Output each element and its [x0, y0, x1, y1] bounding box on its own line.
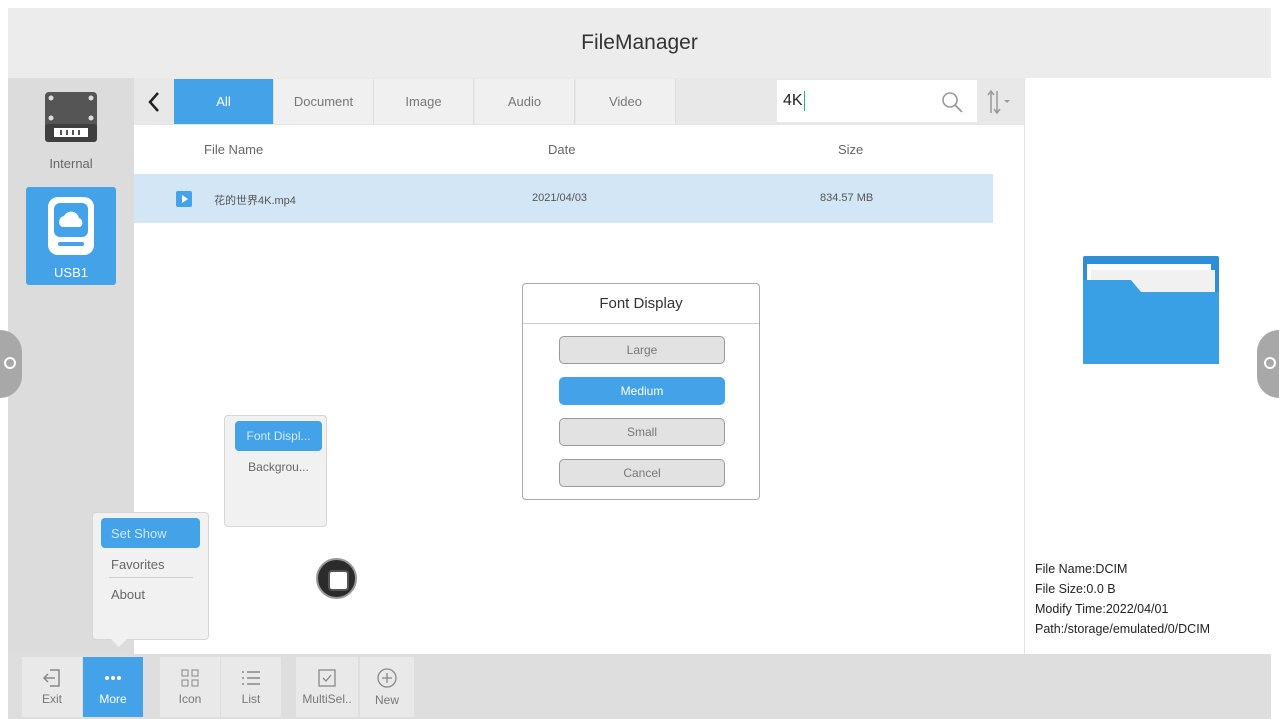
file-name-cell: 花的世界4K.mp4	[214, 195, 296, 207]
menu-pointer	[111, 639, 127, 647]
new-button[interactable]: New	[360, 657, 414, 717]
search-input-value: 4K	[783, 92, 803, 109]
column-header-name[interactable]: File Name	[204, 142, 263, 157]
tab-image[interactable]: Image	[374, 79, 474, 124]
menu-item-about[interactable]: About	[101, 579, 200, 609]
more-button[interactable]: More	[83, 657, 143, 717]
tab-video[interactable]: Video	[576, 79, 676, 124]
icon-view-button[interactable]: Icon	[160, 657, 220, 717]
font-large-option[interactable]: Large	[559, 336, 725, 364]
file-date-cell: 2021/04/03	[532, 192, 588, 204]
exit-icon	[42, 669, 60, 687]
list-view-label: List	[241, 692, 261, 706]
icon-view-label: Icon	[178, 692, 202, 706]
list-view-button[interactable]: List	[221, 657, 281, 717]
device-label-internal: Internal	[49, 156, 93, 171]
exit-button[interactable]: Exit	[22, 657, 82, 717]
grid-view-icon	[181, 669, 199, 687]
video-file-icon	[176, 191, 192, 207]
detail-file-name: File Name:DCIM	[1035, 562, 1128, 576]
usb-drive-icon	[48, 197, 94, 255]
checkbox-icon	[318, 669, 336, 687]
back-button[interactable]	[134, 78, 174, 125]
more-dots-icon	[105, 676, 121, 680]
category-tab-bar: All Document Image Audio Video 4K	[134, 78, 1024, 125]
add-circle-icon	[377, 668, 397, 688]
device-label-usb1: USB1	[54, 265, 88, 280]
detail-file-size: File Size:0.0 B	[1035, 582, 1116, 596]
more-menu: Set Show Favorites About	[92, 512, 209, 640]
right-drawer-handle[interactable]	[1257, 330, 1279, 398]
internal-storage-icon	[45, 92, 97, 142]
new-label: New	[374, 693, 399, 707]
folder-icon	[1083, 256, 1219, 364]
chevron-left-icon	[148, 91, 159, 112]
gear-icon	[4, 357, 16, 369]
multiselect-button[interactable]: MultiSel..	[296, 657, 358, 717]
gear-icon	[1264, 357, 1276, 369]
file-list-header: File Name Date Size	[134, 125, 1024, 173]
details-panel: File Name:DCIM File Size:0.0 B Modify Ti…	[1024, 78, 1257, 654]
font-small-option[interactable]: Small	[559, 418, 725, 446]
detail-path: Path:/storage/emulated/0/DCIM	[1035, 622, 1211, 636]
menu-item-font-display[interactable]: Font Displ...	[235, 421, 322, 451]
app-title: FileManager	[581, 31, 698, 54]
search-icon[interactable]	[940, 90, 964, 114]
list-view-icon	[242, 671, 260, 685]
detail-modify-time: Modify Time:2022/04/01	[1035, 602, 1169, 616]
tab-audio[interactable]: Audio	[475, 79, 575, 124]
cancel-button[interactable]: Cancel	[559, 459, 725, 487]
sidebar-item-usb1[interactable]: USB1	[26, 187, 116, 285]
menu-item-favorites[interactable]: Favorites	[101, 549, 200, 579]
table-row[interactable]: 花的世界4K.mp4 2021/04/03 834.57 MB	[134, 174, 993, 223]
file-size-cell: 834.57 MB	[820, 192, 874, 204]
tab-all[interactable]: All	[174, 79, 274, 124]
tab-document[interactable]: Document	[274, 79, 374, 124]
bottom-toolbar: Exit More Icon List MultiSel.. New	[8, 654, 1271, 719]
floating-assist-button[interactable]	[316, 558, 357, 599]
dialog-title: Font Display	[523, 284, 759, 324]
sort-icon[interactable]	[982, 87, 1012, 117]
sidebar-item-internal[interactable]: Internal	[26, 88, 116, 178]
exit-label: Exit	[41, 692, 62, 706]
title-bar: FileManager	[8, 8, 1271, 78]
menu-item-set-show[interactable]: Set Show	[101, 518, 200, 548]
more-label: More	[99, 692, 127, 706]
menu-divider	[109, 577, 193, 578]
column-header-size[interactable]: Size	[838, 142, 863, 157]
column-header-date[interactable]: Date	[548, 142, 575, 157]
font-medium-option[interactable]: Medium	[559, 377, 725, 405]
multiselect-label: MultiSel..	[302, 692, 352, 706]
font-display-dialog: Font Display Large Medium Small Cancel	[522, 283, 760, 500]
menu-item-background[interactable]: Backgrou...	[235, 452, 322, 482]
set-show-submenu: Font Displ... Backgrou...	[224, 415, 327, 527]
